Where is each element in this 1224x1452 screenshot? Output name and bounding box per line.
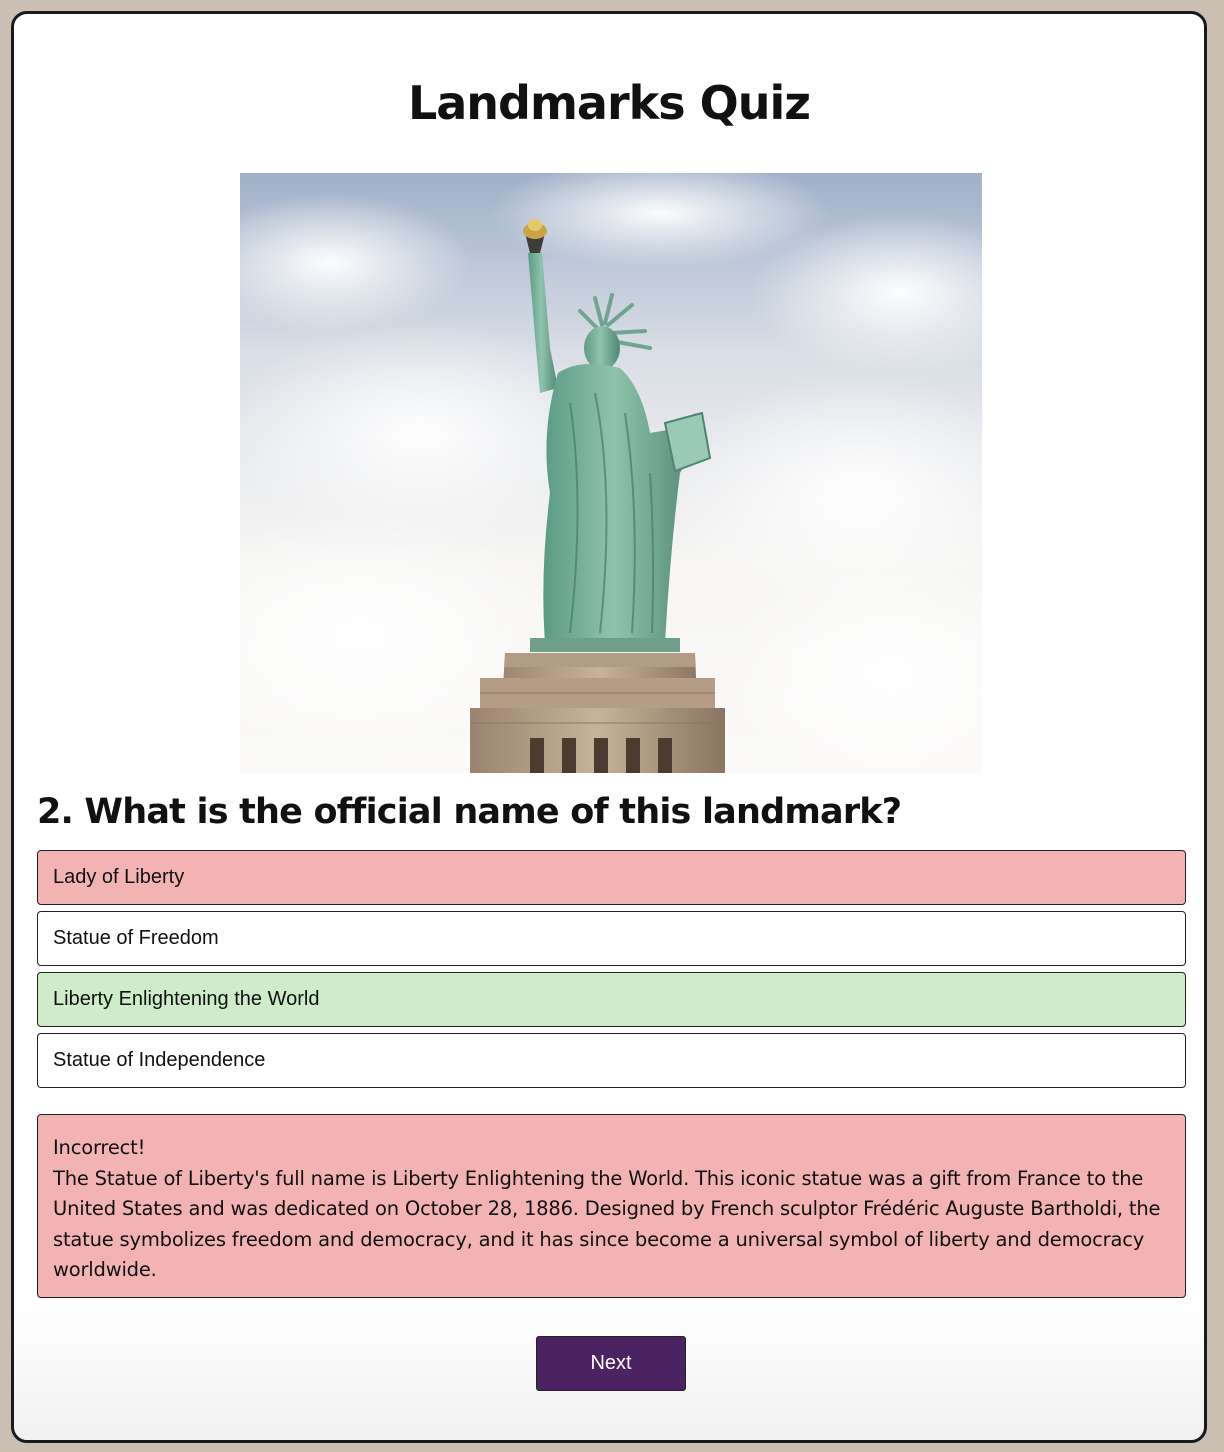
feedback-box: Incorrect! The Statue of Liberty's full … (37, 1114, 1186, 1298)
question-text: 2. What is the official name of this lan… (37, 792, 902, 832)
next-button[interactable]: Next (536, 1336, 686, 1391)
answer-option-statue-of-freedom[interactable]: Statue of Freedom (37, 911, 1186, 966)
landmark-photo (240, 173, 982, 773)
page-title: Landmarks Quiz (407, 76, 811, 130)
quiz-card: Landmarks Quiz 2. What is the official n… (11, 11, 1207, 1443)
feedback-status: Incorrect! (53, 1136, 146, 1159)
feedback-explanation: The Statue of Liberty's full name is Lib… (53, 1166, 1161, 1282)
answer-option-liberty-enlightening-the-world[interactable]: Liberty Enlightening the World (37, 972, 1186, 1027)
answer-option-statue-of-independence[interactable]: Statue of Independence (37, 1033, 1186, 1088)
answer-option-lady-of-liberty[interactable]: Lady of Liberty (37, 850, 1186, 905)
